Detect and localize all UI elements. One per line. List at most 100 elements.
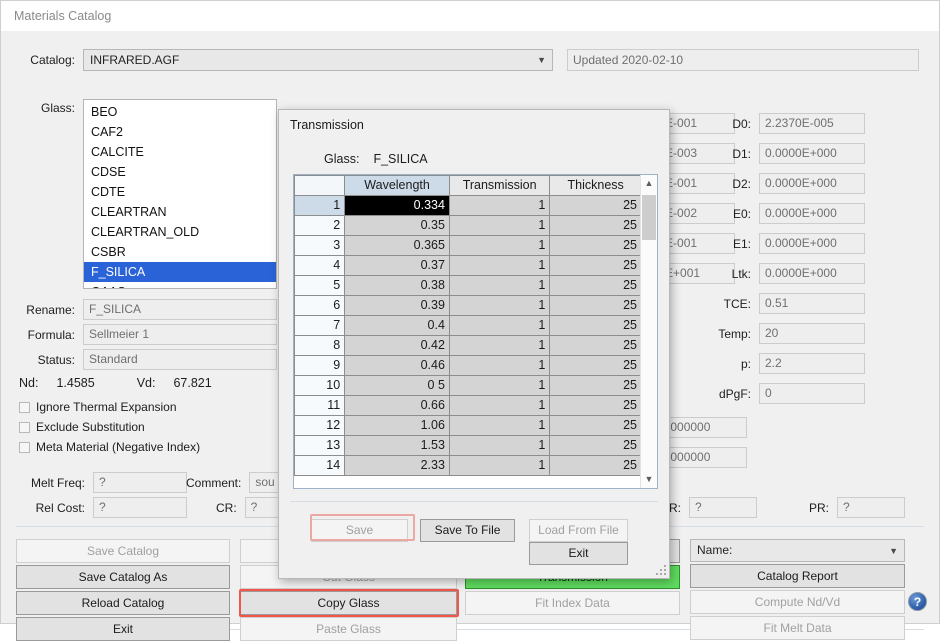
coefficient-input[interactable]: 0.51 (759, 293, 865, 314)
table-row[interactable]: 40.37125 (295, 255, 642, 275)
grid-cell-thickness[interactable]: 25 (550, 235, 642, 255)
rel-cost-input[interactable]: ? (93, 497, 187, 518)
row-header[interactable]: 2 (295, 215, 345, 235)
grid-cell-wavelength[interactable]: 0.35 (345, 215, 450, 235)
dialog-save-button[interactable]: Save (311, 519, 408, 542)
row-header[interactable]: 10 (295, 375, 345, 395)
grid-cell-transmission[interactable]: 1 (449, 375, 549, 395)
grid-cell-transmission[interactable]: 1 (449, 215, 549, 235)
coefficient-input[interactable]: 2.2370E-005 (759, 113, 865, 134)
grid-cell-thickness[interactable]: 25 (550, 375, 642, 395)
row-header[interactable]: 12 (295, 415, 345, 435)
glass-list-item[interactable]: F_SILICA (84, 262, 276, 282)
resize-grip-icon[interactable] (654, 563, 666, 575)
grid-cell-thickness[interactable]: 25 (550, 275, 642, 295)
grid-cell-wavelength[interactable]: 0 5 (345, 375, 450, 395)
grid-cell-wavelength[interactable]: 0.42 (345, 335, 450, 355)
grid-cell-thickness[interactable]: 25 (550, 395, 642, 415)
row-header[interactable]: 3 (295, 235, 345, 255)
glass-list[interactable]: BEOCAF2CALCITECDSECDTECLEARTRANCLEARTRAN… (83, 99, 277, 289)
row-header[interactable]: 5 (295, 275, 345, 295)
table-row[interactable]: 90.46125 (295, 355, 642, 375)
button-copy-glass[interactable]: Copy Glass (240, 591, 457, 615)
grid-cell-wavelength[interactable]: 2.33 (345, 455, 450, 475)
button-reload-catalog[interactable]: Reload Catalog (16, 591, 230, 615)
grid-cell-thickness[interactable]: 25 (550, 335, 642, 355)
catalog-combo[interactable]: INFRARED.AGF ▼ (83, 49, 553, 71)
table-row[interactable]: 70.4125 (295, 315, 642, 335)
grid-column-header[interactable]: Wavelength (345, 175, 450, 195)
checkbox-row[interactable]: Meta Material (Negative Index) (19, 439, 200, 455)
transmission-grid[interactable]: WavelengthTransmissionThickness 10.33412… (293, 174, 658, 490)
grid-cell-thickness[interactable]: 25 (550, 195, 642, 215)
table-row[interactable]: 131.53125 (295, 435, 642, 455)
coefficient-input[interactable]: 20 (759, 323, 865, 344)
grid-cell-thickness[interactable]: 25 (550, 355, 642, 375)
checkbox-icon[interactable] (19, 422, 30, 433)
grid-cell-thickness[interactable]: 25 (550, 215, 642, 235)
grid-cell-thickness[interactable]: 25 (550, 455, 642, 475)
row-header[interactable]: 14 (295, 455, 345, 475)
coefficient-input[interactable]: 0.0000E+000 (759, 173, 865, 194)
grid-cell-transmission[interactable]: 1 (449, 235, 549, 255)
glass-list-item[interactable]: CSBR (84, 242, 276, 262)
scrollbar-thumb[interactable] (642, 195, 656, 240)
glass-list-item[interactable]: CALCITE (84, 142, 276, 162)
name-combo[interactable]: Name:▼ (690, 539, 905, 562)
grid-cell-wavelength[interactable]: 1.53 (345, 435, 450, 455)
status-field[interactable]: Standard (83, 349, 277, 370)
button-save-catalog-as[interactable]: Save Catalog As (16, 565, 230, 589)
grid-cell-transmission[interactable]: 1 (449, 415, 549, 435)
checkbox-icon[interactable] (19, 402, 30, 413)
scroll-up-icon[interactable]: ▲ (641, 175, 657, 192)
dialog-save-to-file-button[interactable]: Save To File (420, 519, 515, 542)
grid-cell-transmission[interactable]: 1 (449, 295, 549, 315)
row-header[interactable]: 7 (295, 315, 345, 335)
table-row[interactable]: 121.06125 (295, 415, 642, 435)
grid-cell-thickness[interactable]: 25 (550, 435, 642, 455)
table-row[interactable]: 100 5125 (295, 375, 642, 395)
button-exit[interactable]: Exit (16, 617, 230, 641)
glass-list-item[interactable]: BEO (84, 102, 276, 122)
coefficient-input[interactable]: 0.0000E+000 (759, 233, 865, 254)
grid-cell-thickness[interactable]: 25 (550, 315, 642, 335)
grid-cell-wavelength[interactable]: 0.334 (345, 195, 450, 215)
grid-cell-wavelength[interactable]: 0.38 (345, 275, 450, 295)
grid-cell-transmission[interactable]: 1 (449, 315, 549, 335)
grid-cell-thickness[interactable]: 25 (550, 295, 642, 315)
row-header[interactable]: 9 (295, 355, 345, 375)
pr-input[interactable]: ? (837, 497, 905, 518)
grid-cell-transmission[interactable]: 1 (449, 455, 549, 475)
row-header[interactable]: 1 (295, 195, 345, 215)
table-row[interactable]: 110.66125 (295, 395, 642, 415)
grid-cell-transmission[interactable]: 1 (449, 395, 549, 415)
melt-freq-input[interactable]: ? (93, 472, 187, 493)
coefficient-input[interactable]: 0.0000E+000 (759, 263, 865, 284)
table-row[interactable]: 80.42125 (295, 335, 642, 355)
grid-cell-wavelength[interactable]: 0.365 (345, 235, 450, 255)
row-header[interactable]: 8 (295, 335, 345, 355)
grid-cell-wavelength[interactable]: 1.06 (345, 415, 450, 435)
table-row[interactable]: 142.33125 (295, 455, 642, 475)
table-row[interactable]: 60.39125 (295, 295, 642, 315)
grid-vertical-scrollbar[interactable]: ▲ ▼ (640, 175, 657, 489)
grid-corner-header[interactable] (295, 175, 345, 195)
coefficient-input[interactable]: 0.0000E+000 (759, 143, 865, 164)
row-header[interactable]: 13 (295, 435, 345, 455)
grid-cell-transmission[interactable]: 1 (449, 335, 549, 355)
dialog-exit-button[interactable]: Exit (529, 542, 628, 565)
table-row[interactable]: 20.35125 (295, 215, 642, 235)
glass-list-item[interactable]: CDSE (84, 162, 276, 182)
checkbox-row[interactable]: Ignore Thermal Expansion (19, 399, 200, 415)
scroll-down-icon[interactable]: ▼ (641, 471, 657, 488)
button-catalog-report[interactable]: Catalog Report (690, 564, 905, 588)
glass-list-item[interactable]: CAF2 (84, 122, 276, 142)
grid-cell-transmission[interactable]: 1 (449, 255, 549, 275)
table-row[interactable]: 50.38125 (295, 275, 642, 295)
coefficient-input[interactable]: 0 (759, 383, 865, 404)
glass-list-item[interactable]: GAAS (84, 282, 276, 289)
grid-cell-transmission[interactable]: 1 (449, 435, 549, 455)
grid-column-header[interactable]: Transmission (449, 175, 549, 195)
grid-cell-transmission[interactable]: 1 (449, 275, 549, 295)
grid-cell-wavelength[interactable]: 0.37 (345, 255, 450, 275)
